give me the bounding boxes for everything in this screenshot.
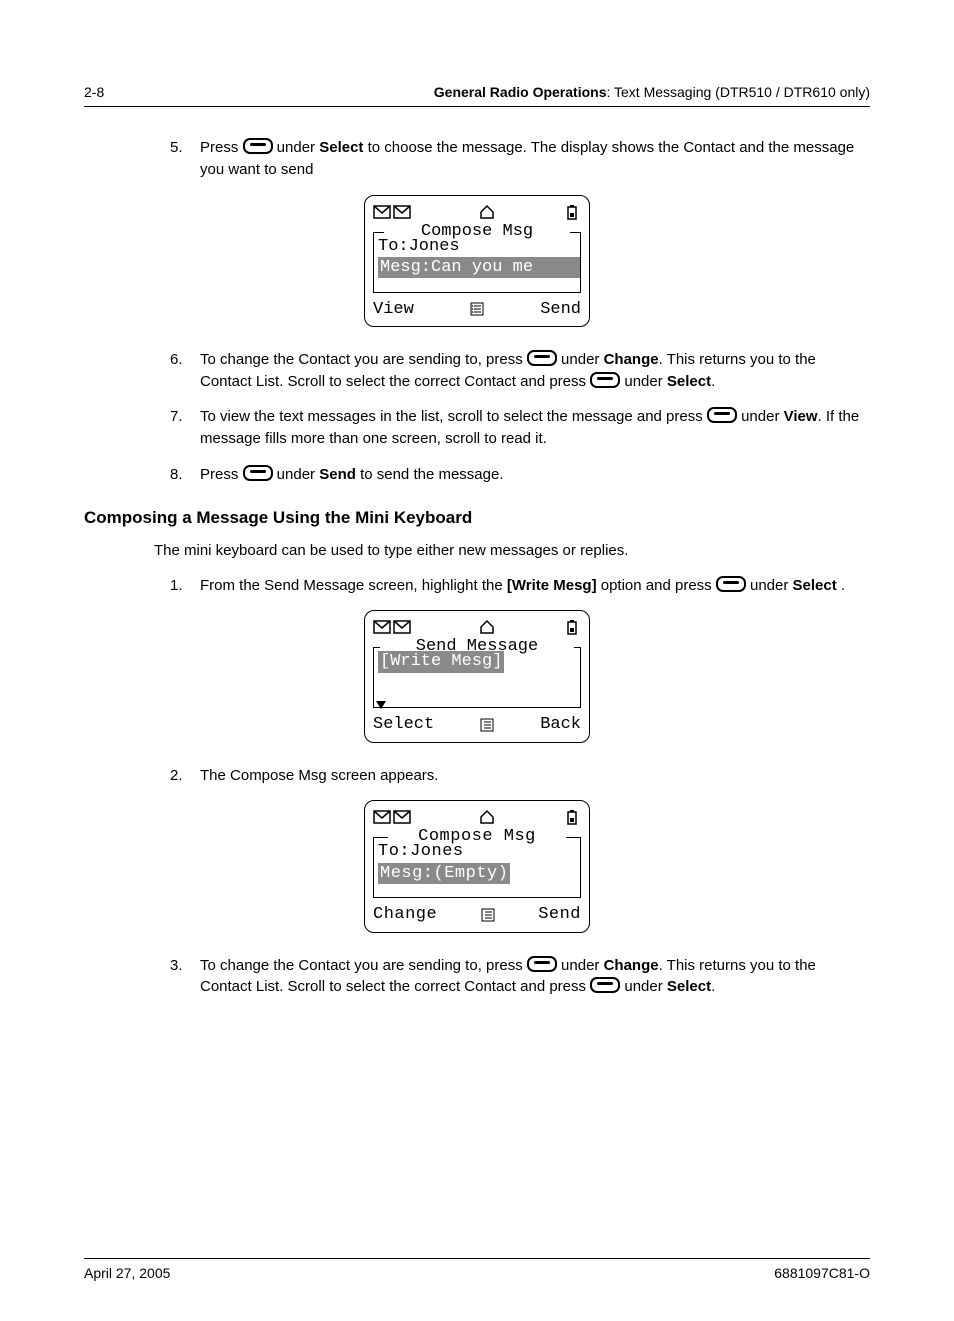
- right-softkey: Back: [540, 714, 581, 735]
- softkey-row: View Send: [373, 299, 581, 320]
- left-softkey: Change: [373, 904, 437, 925]
- home-icon: [478, 809, 496, 825]
- screen-body: Compose Msg To:Jones Mesg:Can you me: [373, 232, 581, 293]
- section-heading: Composing a Message Using the Mini Keybo…: [84, 508, 870, 528]
- radio-screen: Send Message [Write Mesg] Select Back: [364, 610, 590, 742]
- radio-screen: Compose Msg To:Jones Mesg:(Empty) Change…: [364, 800, 590, 932]
- screen-line: Mesg:(Empty): [378, 863, 576, 884]
- step-number: 8.: [170, 464, 183, 486]
- left-softkey: Select: [373, 714, 434, 735]
- softkey-icon: [590, 372, 620, 388]
- step-8: 8. Press under Send to send the message.: [200, 464, 870, 486]
- softkey-icon: [527, 350, 557, 366]
- envelope-icon: [393, 809, 411, 825]
- screen-title: Compose Msg: [374, 221, 580, 242]
- right-softkey: Send: [538, 904, 581, 925]
- footer-date: April 27, 2005: [84, 1265, 170, 1281]
- softkey-icon: [716, 576, 746, 592]
- screen-figure-1: Compose Msg To:Jones Mesg:Can you me Vie…: [84, 195, 870, 327]
- step-6: 6. To change the Contact you are sending…: [200, 349, 870, 393]
- battery-icon: [563, 809, 581, 825]
- step-number: 2.: [170, 765, 183, 787]
- envelope-icon: [393, 619, 411, 635]
- home-icon: [478, 619, 496, 635]
- section-intro: The mini keyboard can be used to type ei…: [154, 540, 870, 561]
- left-softkey: View: [373, 299, 414, 320]
- page: 2-8 General Radio Operations: Text Messa…: [0, 0, 954, 1321]
- step-list-b-cont2: 3. To change the Contact you are sending…: [84, 955, 870, 999]
- step-number: 1.: [170, 575, 183, 597]
- screen-body: Compose Msg To:Jones Mesg:(Empty): [373, 837, 581, 898]
- softkey-icon: [527, 956, 557, 972]
- menu-icon: [480, 718, 494, 732]
- step-number: 5.: [170, 137, 183, 159]
- envelope-icon: [373, 204, 391, 220]
- screen-title: Compose Msg: [374, 826, 580, 847]
- step-number: 3.: [170, 955, 183, 977]
- screen-body: Send Message [Write Mesg]: [373, 647, 581, 708]
- radio-screen: Compose Msg To:Jones Mesg:Can you me Vie…: [364, 195, 590, 327]
- step-b2: 2. The Compose Msg screen appears.: [200, 765, 870, 787]
- menu-icon: [470, 302, 484, 316]
- battery-icon: [563, 204, 581, 220]
- arrow-down-icon: [376, 701, 386, 709]
- home-icon: [478, 204, 496, 220]
- header-title: General Radio Operations: [434, 84, 607, 100]
- envelope-icon: [373, 809, 391, 825]
- step-b1: 1. From the Send Message screen, highlig…: [200, 575, 870, 597]
- screen-title: Send Message: [374, 636, 580, 657]
- softkey-icon: [707, 407, 737, 423]
- screen-line: Mesg:Can you me: [378, 257, 576, 278]
- header-subtitle: : Text Messaging (DTR510 / DTR610 only): [606, 84, 870, 100]
- softkey-icon: [243, 138, 273, 154]
- envelope-icon: [373, 619, 391, 635]
- step-5: 5. Press under Select to choose the mess…: [200, 137, 870, 181]
- footer-docnum: 6881097C81-O: [774, 1265, 870, 1281]
- softkey-icon: [590, 977, 620, 993]
- step-number: 7.: [170, 406, 183, 428]
- screen-figure-2: Send Message [Write Mesg] Select Back: [84, 610, 870, 742]
- page-number: 2-8: [84, 84, 104, 100]
- status-bar: [373, 617, 581, 637]
- step-list-a: 5. Press under Select to choose the mess…: [84, 137, 870, 181]
- step-number: 6.: [170, 349, 183, 371]
- menu-icon: [481, 908, 495, 922]
- right-softkey: Send: [540, 299, 581, 320]
- step-list-a-cont: 6. To change the Contact you are sending…: [84, 349, 870, 486]
- page-footer: April 27, 2005 6881097C81-O: [84, 1258, 870, 1281]
- envelope-icon: [393, 204, 411, 220]
- battery-icon: [563, 619, 581, 635]
- step-b3: 3. To change the Contact you are sending…: [200, 955, 870, 999]
- step-list-b-cont: 2. The Compose Msg screen appears.: [84, 765, 870, 787]
- softkey-row: Select Back: [373, 714, 581, 735]
- status-bar: [373, 202, 581, 222]
- softkey-row: Change Send: [373, 904, 581, 925]
- step-list-b: 1. From the Send Message screen, highlig…: [84, 575, 870, 597]
- header-title-block: General Radio Operations: Text Messaging…: [434, 84, 870, 100]
- step-7: 7. To view the text messages in the list…: [200, 406, 870, 450]
- page-header: 2-8 General Radio Operations: Text Messa…: [84, 84, 870, 107]
- screen-figure-3: Compose Msg To:Jones Mesg:(Empty) Change…: [84, 800, 870, 932]
- status-bar: [373, 807, 581, 827]
- softkey-icon: [243, 465, 273, 481]
